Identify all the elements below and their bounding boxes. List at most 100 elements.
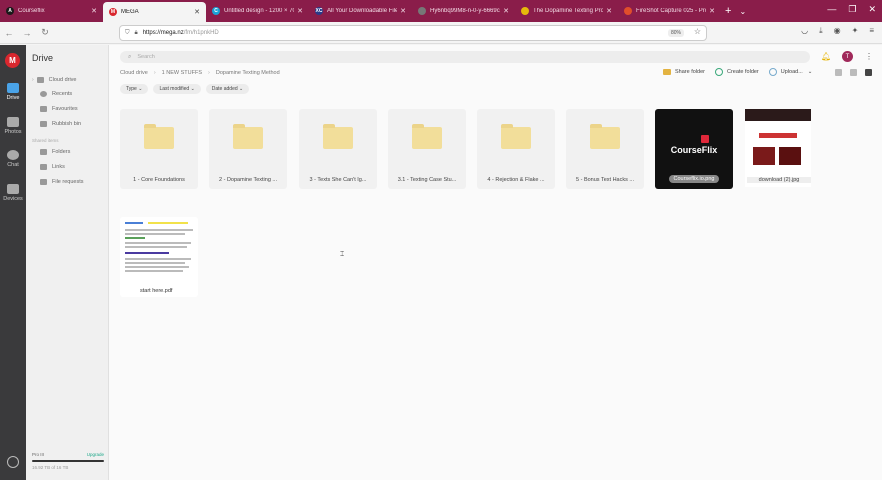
- image-card[interactable]: download (2).jpg: [733, 109, 823, 189]
- browser-tab[interactable]: XC All Your Downloadable Files ✕: [309, 0, 412, 22]
- close-tab-icon[interactable]: ✕: [400, 7, 406, 15]
- address-bar[interactable]: ⛉ 🔒︎ https://mega.nz /fm/h1pnkHD 80% ☆: [119, 25, 707, 41]
- folder-card[interactable]: 5 - Bonus Text Hacks ...: [566, 109, 644, 189]
- info-panel-icon[interactable]: [835, 69, 842, 76]
- folder-card[interactable]: 2 - Dopamine Texting ...: [209, 109, 287, 189]
- bookmark-star-icon[interactable]: ☆: [694, 27, 701, 36]
- filter-type[interactable]: Type ⌄: [120, 84, 149, 94]
- folder-icon: [590, 124, 620, 149]
- forward-icon[interactable]: →: [18, 28, 36, 38]
- thumbnail-header: [745, 109, 811, 121]
- account-icon[interactable]: ◉: [834, 26, 841, 36]
- folder-icon: [323, 124, 353, 149]
- avatar[interactable]: T: [842, 51, 853, 62]
- courseflix-logo-mark: [701, 135, 709, 143]
- pocket-icon[interactable]: ◡: [801, 26, 808, 36]
- folder-icon: [501, 124, 531, 149]
- filter-last-modified[interactable]: Last modified ⌄: [153, 84, 201, 94]
- mega-icon: M: [109, 8, 117, 16]
- item-name: 2 - Dopamine Texting ...: [219, 177, 277, 183]
- browser-tab[interactable]: FireShot Capture 025 - Programmin...✕: [618, 0, 721, 22]
- pdf-line: [125, 266, 189, 268]
- settings-icon[interactable]: [7, 456, 19, 468]
- pdf-line: [125, 262, 185, 264]
- chevron-down-icon: ⌄: [807, 69, 813, 75]
- close-tab-icon[interactable]: ✕: [503, 7, 509, 15]
- close-tab-icon[interactable]: ✕: [297, 7, 303, 15]
- rail-item-drive[interactable]: Drive: [0, 83, 26, 101]
- notification-bell-icon[interactable]: 🔔︎: [821, 52, 831, 61]
- create-folder-button[interactable]: Create folder: [714, 68, 759, 76]
- sidebar-item-label: Folders: [52, 149, 71, 155]
- navigation-bar: ← → ↻ ⛉ 🔒︎ https://mega.nz /fm/h1pnkHD 8…: [0, 22, 882, 44]
- sidebar-item-label: Cloud drive: [48, 77, 77, 83]
- browser-tab[interactable]: A Courseflix ✕: [0, 0, 103, 22]
- browser-tab[interactable]: The Dopamine Texting Program✕: [515, 0, 618, 22]
- pdf-line: [125, 270, 183, 272]
- sidebar-item-favourites[interactable]: Favourites: [40, 106, 78, 112]
- canva-icon: C: [212, 7, 220, 15]
- share-folder-button[interactable]: Share folder: [663, 69, 705, 75]
- close-tab-icon[interactable]: ✕: [709, 7, 715, 15]
- more-options-icon[interactable]: ⋮: [865, 52, 873, 61]
- minimize-icon[interactable]: —: [827, 4, 836, 15]
- tab-title: All Your Downloadable Files: [327, 8, 398, 14]
- tab-title: MEGA: [121, 9, 139, 15]
- sidebar-item-links[interactable]: Links: [40, 164, 65, 170]
- menu-icon[interactable]: ≡: [869, 26, 874, 36]
- sidebar-item-file-requests[interactable]: File requests: [40, 179, 84, 185]
- grid-view-icon[interactable]: [865, 69, 872, 76]
- breadcrumb-item[interactable]: Cloud drive: [120, 70, 148, 76]
- browser-tab[interactable]: C Untitled design - 1200 × 700px✕: [206, 0, 309, 22]
- reload-icon[interactable]: ↻: [36, 27, 54, 38]
- search-input[interactable]: ⌕ Search: [120, 51, 810, 63]
- zoom-level[interactable]: 80%: [667, 29, 684, 37]
- expand-arrow-icon[interactable]: ›: [32, 77, 34, 83]
- storage-widget[interactable]: Pro III Upgrade 16.92 TB of 16 TB: [32, 452, 104, 470]
- create-folder-icon: [714, 68, 723, 76]
- sidebar-item-folders[interactable]: Folders: [40, 149, 70, 155]
- tab-list-chevron-icon[interactable]: ⌄: [739, 7, 746, 16]
- downloads-icon[interactable]: ⤓: [819, 26, 823, 36]
- pdf-line: [125, 229, 193, 231]
- browser-tab[interactable]: M MEGA ✕: [103, 2, 206, 22]
- rail-item-photos[interactable]: Photos: [0, 117, 26, 135]
- breadcrumb-item[interactable]: Dopamine Texting Method: [216, 70, 280, 76]
- new-tab-button[interactable]: +: [725, 5, 731, 17]
- courseflix-icon: A: [6, 7, 14, 15]
- rail-item-label: Chat: [7, 162, 19, 168]
- folder-card[interactable]: 4 - Rejection & Flake ...: [477, 109, 555, 189]
- close-tab-icon[interactable]: ✕: [606, 7, 612, 15]
- rail-item-devices[interactable]: Devices: [0, 184, 26, 202]
- close-tab-icon[interactable]: ✕: [91, 7, 97, 15]
- image-card[interactable]: CourseFlix Courseflix.io.png: [655, 109, 733, 189]
- pdf-card[interactable]: start here.pdf: [120, 217, 198, 297]
- folder-card[interactable]: 1 - Core Foundations: [120, 109, 198, 189]
- folder-card[interactable]: 3 - Texts She Can't Ig...: [299, 109, 377, 189]
- extensions-icon[interactable]: ✦: [852, 26, 859, 36]
- breadcrumb-item[interactable]: 1 NEW STUFFS: [162, 70, 202, 76]
- mega-logo[interactable]: M: [5, 53, 20, 68]
- browser-tab[interactable]: Hy6nbq99M8-n-0-y-6669c7b0a64f0...✕: [412, 0, 515, 22]
- pdf-line: [125, 242, 191, 244]
- sidebar-item-cloud-drive[interactable]: › Cloud drive: [32, 77, 77, 83]
- shield-icon: ⛉: [125, 29, 130, 36]
- image-thumbnail: [745, 109, 811, 187]
- close-tab-icon[interactable]: ✕: [194, 8, 200, 16]
- folder-card[interactable]: 3.1 - Texting Case Stu...: [388, 109, 466, 189]
- upgrade-link[interactable]: Upgrade: [87, 452, 104, 457]
- restore-icon[interactable]: ❐: [848, 4, 856, 15]
- sidebar-item-recents[interactable]: Recents: [40, 91, 72, 97]
- pdf-line: [125, 246, 187, 248]
- close-window-icon[interactable]: ✕: [868, 4, 876, 15]
- back-icon[interactable]: ←: [0, 28, 18, 38]
- sidebar-item-rubbish-bin[interactable]: Rubbish bin: [40, 121, 81, 127]
- rail-item-chat[interactable]: Chat: [0, 150, 26, 168]
- file-request-icon: [40, 179, 47, 185]
- tab-list: A Courseflix ✕ M MEGA ✕ C Untitled design - 120…: [0, 0, 721, 22]
- upload-button[interactable]: Upload... ⌄: [768, 68, 813, 76]
- filter-date-added[interactable]: Date added ⌄: [205, 84, 250, 94]
- item-name: 5 - Bonus Text Hacks ...: [576, 177, 634, 183]
- list-view-icon[interactable]: [850, 69, 857, 76]
- plan-name: Pro III: [32, 452, 45, 457]
